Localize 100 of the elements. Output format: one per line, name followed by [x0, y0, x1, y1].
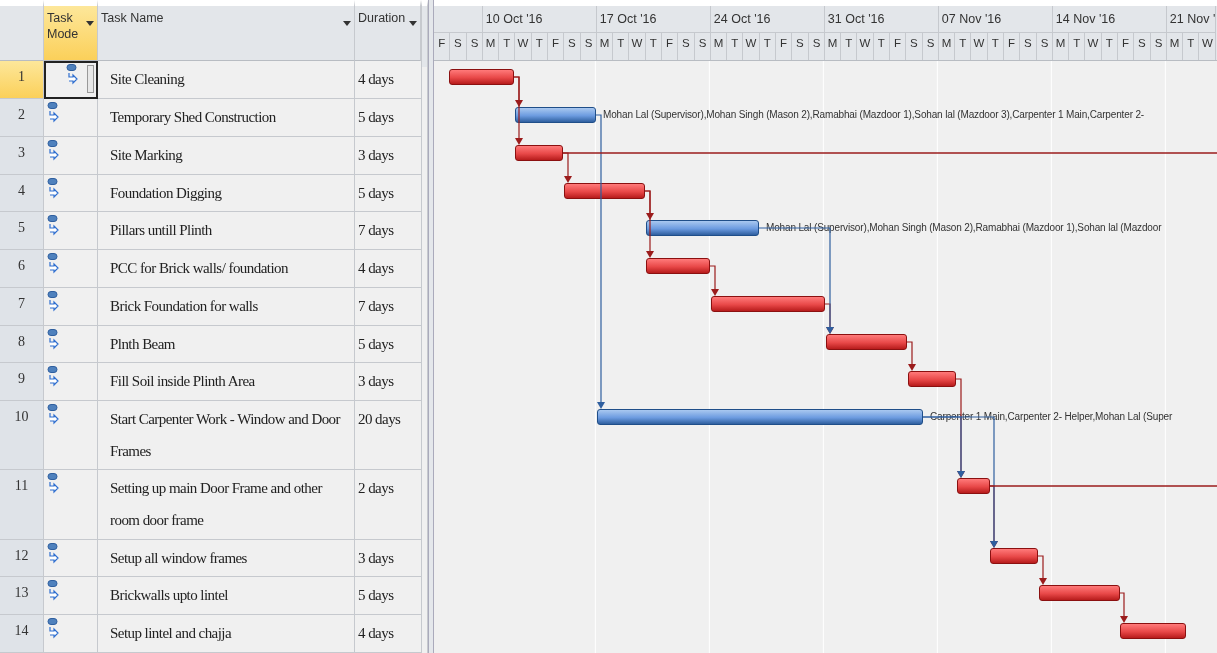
row-number[interactable]: 9 — [0, 363, 44, 402]
day-label: T — [873, 33, 890, 60]
task-bar[interactable] — [1039, 585, 1120, 602]
task-mode-cell[interactable] — [44, 539, 98, 578]
task-bar[interactable] — [449, 69, 514, 86]
duration-cell: 4 days — [355, 250, 421, 288]
task-mode-cell[interactable] — [44, 212, 98, 251]
week-label: 14 Nov '16 — [1052, 6, 1166, 33]
task-mode-cell[interactable] — [44, 470, 98, 540]
task-bar[interactable] — [711, 295, 825, 312]
day-label: M — [710, 33, 728, 60]
task-name-cell: Brickwalls upto lintel — [98, 577, 355, 616]
task-mode-icon — [47, 102, 59, 125]
day-label: T — [727, 33, 744, 60]
task-name-cell: Foundation Digging — [98, 174, 355, 213]
dependency-arrow — [906, 341, 916, 371]
task-bar[interactable] — [597, 409, 923, 426]
week-label: 21 Nov ' — [1166, 6, 1215, 33]
task-mode-cell[interactable] — [44, 325, 98, 364]
dropdown-caret-icon[interactable] — [343, 21, 351, 26]
row-number[interactable]: 4 — [0, 174, 44, 213]
day-label: F — [1003, 33, 1021, 60]
task-mode-icon — [47, 139, 59, 162]
day-label: F — [661, 33, 679, 60]
day-label: W — [857, 33, 874, 60]
row-number[interactable]: 13 — [0, 577, 44, 616]
column-header[interactable]: Task Mode — [44, 0, 98, 61]
task-mode-cell[interactable] — [44, 136, 98, 175]
week-label: 17 Oct '16 — [596, 6, 710, 33]
dropdown-caret-icon[interactable] — [409, 21, 417, 26]
row-number[interactable]: 1 — [0, 61, 44, 100]
task-mode-cell[interactable] — [44, 174, 98, 213]
day-label: T — [1069, 33, 1086, 60]
row-number[interactable]: 11 — [0, 470, 44, 540]
task-bar[interactable] — [515, 144, 563, 161]
task-bar[interactable] — [908, 371, 956, 388]
task-bar[interactable] — [957, 478, 990, 495]
task-name-cell: Pillars untill Plinth — [98, 212, 355, 251]
task-mode-cell[interactable] — [44, 363, 98, 402]
task-bar[interactable] — [646, 258, 710, 275]
day-label: W — [1085, 33, 1102, 60]
task-mode-icon — [47, 580, 59, 603]
day-label: S — [697, 36, 708, 51]
task-mode-cell[interactable] — [44, 401, 98, 471]
day-label: M — [482, 33, 500, 60]
task-mode-icon — [47, 177, 59, 200]
day-label: S — [450, 33, 467, 60]
duration-cell: 3 days — [355, 539, 421, 578]
row-number[interactable]: 5 — [0, 212, 44, 251]
day-label: T — [499, 33, 516, 60]
task-bar[interactable] — [646, 220, 759, 237]
day-label: W — [971, 33, 988, 60]
task-mode-icon — [47, 618, 59, 641]
day-label: F — [775, 33, 793, 60]
task-bar[interactable] — [515, 107, 596, 124]
task-bar[interactable] — [1120, 623, 1186, 640]
day-label: S — [469, 36, 480, 51]
task-mode-cell[interactable] — [44, 577, 98, 616]
week-label: 24 Oct '16 — [710, 6, 824, 33]
task-name-cell: Setting up main Door Frame and other room door frame — [98, 470, 355, 540]
day-label: M — [824, 33, 842, 60]
day-label: M — [1052, 33, 1070, 60]
task-name-cell: PCC for Brick walls/ foundation — [98, 250, 355, 288]
row-number[interactable]: 14 — [0, 615, 44, 653]
day-label: W — [629, 33, 646, 60]
task-bar[interactable] — [564, 182, 645, 199]
dependency-arrow — [1119, 592, 1128, 623]
row-number[interactable]: 6 — [0, 250, 44, 288]
row-number[interactable]: 3 — [0, 136, 44, 175]
duration-cell: 5 days — [355, 325, 421, 364]
task-mode-cell[interactable] — [44, 99, 98, 137]
task-mode-cell[interactable] — [44, 287, 98, 326]
row-number[interactable]: 2 — [0, 99, 44, 137]
task-bar[interactable] — [826, 333, 907, 350]
resource-names: Mohan Lal (Supervisor),Mohan Singh (Mason 2),Ramabhai (Mazdoor 1),Sohan lal (Mazdoor — [766, 221, 1162, 236]
row-number[interactable]: 12 — [0, 539, 44, 578]
duration-cell: 3 days — [355, 363, 421, 402]
column-header[interactable]: Task Name — [98, 0, 355, 61]
row-number[interactable]: 7 — [0, 287, 44, 326]
day-label: T — [759, 33, 776, 60]
duration-cell: 5 days — [355, 174, 421, 213]
day-label: S — [1134, 33, 1151, 60]
day-label: F — [889, 33, 907, 60]
day-label: T — [613, 33, 630, 60]
task-bar[interactable] — [990, 547, 1038, 564]
day-label: M — [596, 33, 614, 60]
row-number[interactable]: 10 — [0, 401, 44, 471]
day-label: M — [1166, 33, 1184, 60]
task-mode-cell[interactable] — [44, 250, 98, 288]
task-name-cell: Setup lintel and chajja — [98, 615, 355, 653]
row-number[interactable]: 8 — [0, 325, 44, 364]
column-header[interactable]: Duration — [355, 0, 421, 61]
cell-dropdown-toggle[interactable] — [87, 65, 94, 94]
dropdown-caret-icon[interactable] — [86, 21, 94, 26]
task-mode-cell[interactable] — [44, 61, 98, 100]
task-mode-icon — [47, 473, 59, 496]
day-label: F — [434, 33, 451, 60]
task-mode-cell[interactable] — [44, 615, 98, 653]
day-label: S — [1153, 36, 1164, 51]
day-label: T — [645, 33, 662, 60]
